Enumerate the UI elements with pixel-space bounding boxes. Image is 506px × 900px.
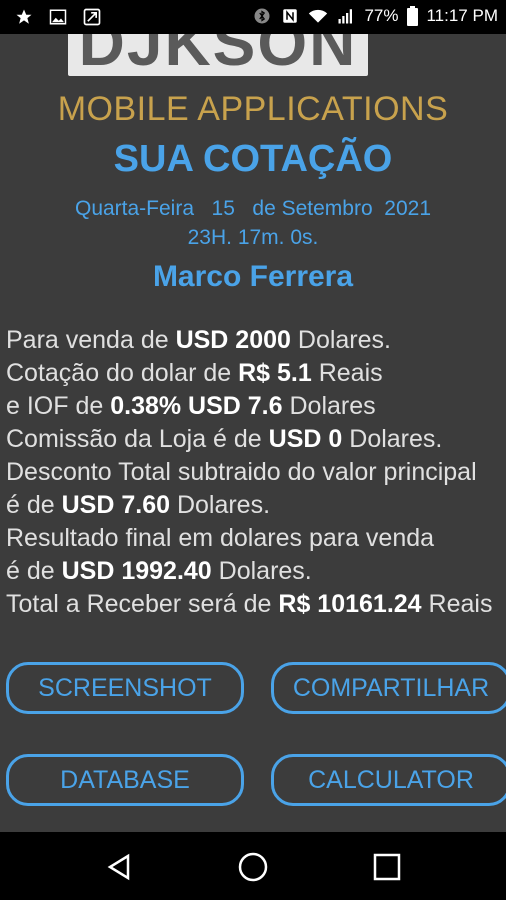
database-button[interactable]: DATABASE (6, 754, 244, 806)
wifi-icon (308, 6, 328, 26)
back-button[interactable] (102, 850, 136, 884)
quote-screen: DJKSON MOBILE APPLICATIONS SUA COTAÇÃO Q… (0, 34, 506, 832)
screenshot-button[interactable]: SCREENSHOT (6, 662, 244, 714)
home-icon (238, 852, 268, 882)
nfc-icon (280, 6, 300, 26)
quote-time: 23H. 17m. 0s. (187, 226, 319, 249)
recents-icon (373, 853, 401, 881)
page-title: SUA COTAÇÃO (113, 138, 393, 180)
status-icons-right: 77% 11:17 PM (252, 6, 498, 26)
detail-line: Comissão da Loja é de USD 0 Dolares. (6, 425, 443, 453)
status-icons-left (14, 7, 102, 27)
bluetooth-icon (252, 6, 272, 26)
call-forward-icon (82, 7, 102, 27)
signal-icon (336, 6, 356, 26)
logo: DJKSON (68, 34, 368, 76)
star-icon (14, 7, 34, 27)
logo-text: DJKSON (78, 34, 358, 76)
company-subtitle: MOBILE APPLICATIONS (57, 90, 449, 128)
detail-line: é de USD 7.60 Dolares. (6, 491, 271, 519)
recents-button[interactable] (370, 850, 404, 884)
detail-line: e IOF de 0.38% USD 7.6 Dolares (6, 392, 376, 420)
detail-line: Para venda de USD 2000 Dolares. (6, 326, 391, 354)
customer-name: Marco Ferrera (152, 260, 354, 293)
quote-date: Quarta-Feira 15 de Setembro 2021 (74, 197, 432, 220)
navigation-bar (0, 832, 506, 900)
status-bar: 77% 11:17 PM (0, 0, 506, 34)
detail-line: Total a Receber será de R$ 10161.24 Reai… (6, 590, 493, 618)
detail-line: Desconto Total subtraido do valor princi… (6, 458, 477, 486)
battery-percent: 77% (364, 6, 399, 25)
detail-line: é de USD 1992.40 Dolares. (6, 557, 312, 585)
calculator-button[interactable]: CALCULATOR (271, 754, 506, 806)
home-button[interactable] (236, 850, 270, 884)
clock: 11:17 PM (426, 6, 498, 25)
quote-details: Para venda de USD 2000 Dolares. Cotação … (6, 324, 506, 621)
share-button[interactable]: COMPARTILHAR (271, 662, 506, 714)
battery-icon (406, 6, 418, 26)
back-icon (107, 853, 130, 881)
detail-line: Cotação do dolar de R$ 5.1 Reais (6, 359, 383, 387)
image-icon (48, 7, 68, 27)
detail-line: Resultado final em dolares para venda (6, 524, 435, 552)
